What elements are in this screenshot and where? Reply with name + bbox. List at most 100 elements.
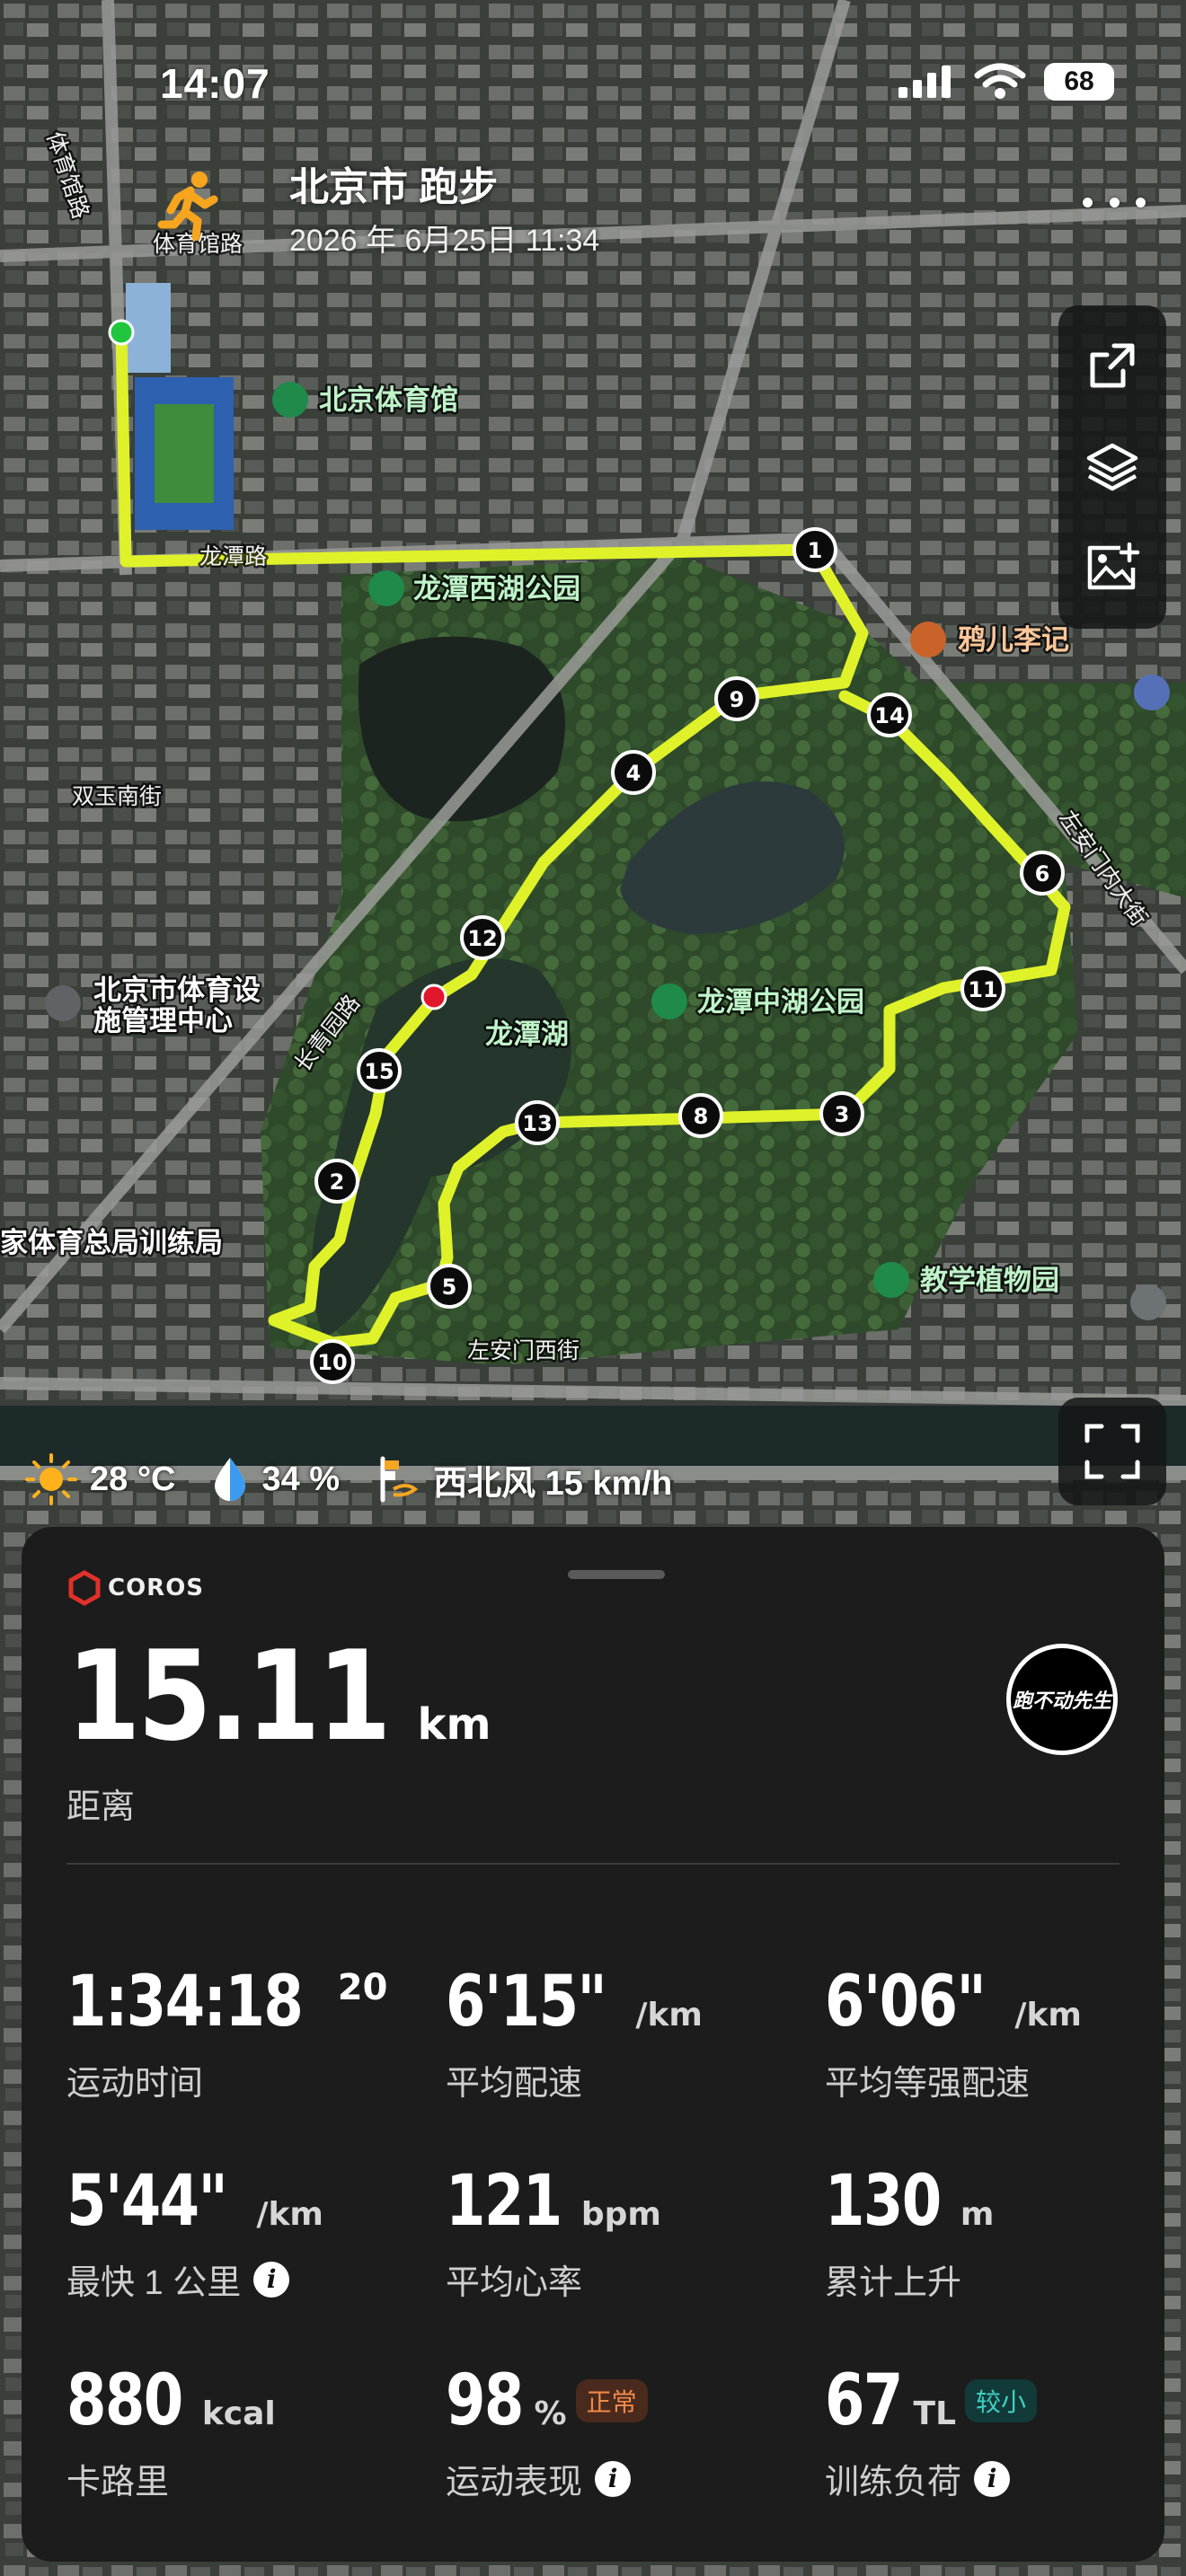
metric-value: 5'44" xyxy=(66,2161,228,2242)
distance-label: 距离 xyxy=(66,1788,136,1826)
metric-label: 运动时间 xyxy=(66,2065,204,2103)
road-label-longtan: 龙潭路 xyxy=(199,543,267,569)
fullscreen-button[interactable] xyxy=(1058,1398,1166,1505)
map-label-facility-1: 北京市体育设 xyxy=(93,975,261,1007)
km-marker-label: 5 xyxy=(442,1275,457,1300)
km-marker-9[interactable]: 9 xyxy=(714,676,759,721)
km-marker-label: 9 xyxy=(730,687,745,712)
metric-label: 训练负荷 xyxy=(825,2464,962,2501)
metric-unit: kcal xyxy=(201,2395,276,2432)
km-marker-5[interactable]: 5 xyxy=(427,1264,472,1309)
map-toolbar xyxy=(1058,305,1166,629)
km-marker-label: 6 xyxy=(1035,861,1050,887)
metric-label: 卡路里 xyxy=(66,2464,170,2501)
info-icon[interactable]: i xyxy=(974,2460,1011,2497)
km-marker-label: 14 xyxy=(874,703,904,728)
info-icon[interactable]: i xyxy=(253,2261,290,2298)
metric-value: 1:34:18 xyxy=(66,1962,304,2042)
activity-datetime: 2026 年 6月25日 11:34 xyxy=(289,224,600,258)
metric-unit: m xyxy=(960,2196,995,2233)
droplet-icon xyxy=(215,1458,246,1501)
coros-logo: COROS xyxy=(66,1570,204,1606)
km-marker-label: 13 xyxy=(522,1111,552,1136)
metric-unit: /km xyxy=(256,2196,323,2233)
metric-value: 121 xyxy=(446,2161,562,2242)
user-avatar[interactable]: 跑不动先生 xyxy=(1006,1644,1118,1755)
metric-label: 平均等强配速 xyxy=(825,2065,1031,2103)
layers-icon xyxy=(1086,443,1138,491)
km-marker-15[interactable]: 15 xyxy=(357,1048,402,1093)
panel-drag-handle[interactable] xyxy=(568,1570,665,1579)
km-marker-label: 2 xyxy=(330,1169,345,1195)
map-label-facility-2: 施管理中心 xyxy=(93,1005,233,1037)
share-button[interactable] xyxy=(1072,325,1153,406)
metric-label: 平均配速 xyxy=(446,2065,583,2103)
metric-value: 98 xyxy=(446,2360,524,2441)
metric-label: 运动表现 xyxy=(446,2464,583,2501)
status-time: 14:07 xyxy=(160,60,270,107)
km-marker-label: 15 xyxy=(364,1059,394,1084)
add-image-icon xyxy=(1087,543,1140,590)
metric-value: 130 xyxy=(825,2161,942,2242)
road-label-shuangyu: 双玉南街 xyxy=(72,783,162,809)
km-marker-11[interactable]: 11 xyxy=(960,966,1005,1011)
add-photo-button[interactable] xyxy=(1072,528,1153,609)
km-marker-12[interactable]: 12 xyxy=(460,915,505,960)
km-marker-label: 8 xyxy=(694,1104,709,1129)
map-layers-button[interactable] xyxy=(1072,427,1153,507)
metric-0: 1:34:18 20 运动时间 xyxy=(66,1967,426,2104)
avatar-logo: 跑不动先生 xyxy=(1013,1690,1113,1713)
km-marker-3[interactable]: 3 xyxy=(819,1091,864,1136)
metric-unit: % xyxy=(534,2395,567,2432)
weather-bar: 28 °C 34 % 西北风 15 km/h xyxy=(25,1453,697,1505)
map-label-training: 家体育总局训练局 xyxy=(0,1227,223,1259)
km-marker-4[interactable]: 4 xyxy=(611,750,656,795)
map-label-botanical: 教学植物园 xyxy=(920,1265,1059,1297)
metric-2: 6'06"/km 平均等强配速 xyxy=(825,1967,1184,2104)
metric-4: 121 bpm 平均心率 xyxy=(446,2166,805,2304)
distance-display: 15.11 km xyxy=(66,1635,491,1759)
km-marker-13[interactable]: 13 xyxy=(515,1100,560,1145)
svg-text:跑不动先生: 跑不动先生 xyxy=(1013,1690,1113,1713)
battery-indicator: 68 xyxy=(1044,63,1114,101)
km-marker-2[interactable]: 2 xyxy=(314,1159,359,1204)
km-marker-6[interactable]: 6 xyxy=(1020,851,1065,895)
km-marker-1[interactable]: 1 xyxy=(792,527,837,572)
metric-unit: TL xyxy=(913,2395,957,2432)
map-label-stadium: 北京体育馆 xyxy=(319,384,458,417)
metric-1: 6'15"/km 平均配速 xyxy=(446,1967,805,2104)
temperature-value: 28 °C xyxy=(90,1460,176,1498)
km-marker-14[interactable]: 14 xyxy=(867,693,912,737)
km-marker-10[interactable]: 10 xyxy=(310,1339,355,1384)
metric-superscript: 20 xyxy=(337,1967,388,2008)
metric-value: 6'06" xyxy=(825,1962,987,2042)
start-point xyxy=(108,319,135,346)
metric-label: 最快 1 公里 xyxy=(66,2264,242,2302)
km-marker-label: 10 xyxy=(317,1350,347,1375)
summary-panel: COROS 15.11 km 距离 跑不动先生 1:34:18 20 运动时间 6'1… xyxy=(22,1527,1164,2562)
humidity-value: 34 % xyxy=(261,1460,341,1498)
status-badge: 正常 xyxy=(575,2379,648,2422)
wind-flag-icon xyxy=(380,1456,419,1503)
coros-hexagon-icon xyxy=(68,1570,101,1606)
more-options-button[interactable] xyxy=(1083,184,1146,220)
metric-value: 67 xyxy=(825,2360,903,2441)
metric-6: 880 kcal 卡路里 xyxy=(66,2366,426,2503)
fullscreen-icon xyxy=(1084,1424,1140,1479)
wind-value: 西北风 15 km/h xyxy=(433,1464,673,1503)
metric-5: 130 m 累计上升 xyxy=(825,2166,1184,2304)
share-icon xyxy=(1090,343,1135,388)
metric-unit: /km xyxy=(1014,1997,1082,2033)
map-label-lake: 龙潭湖 xyxy=(485,1019,569,1051)
metric-label: 累计上升 xyxy=(825,2264,962,2302)
km-marker-label: 3 xyxy=(835,1102,850,1127)
map-label-central-park: 龙潭中湖公园 xyxy=(697,986,864,1019)
km-marker-8[interactable]: 8 xyxy=(678,1093,723,1138)
road-label-zuoanmen-west: 左安门西街 xyxy=(467,1337,580,1363)
end-point xyxy=(420,984,447,1010)
metric-label: 平均心率 xyxy=(446,2264,583,2302)
km-marker-label: 11 xyxy=(968,977,997,1002)
wifi-icon xyxy=(974,63,1026,99)
info-icon[interactable]: i xyxy=(595,2460,632,2497)
metric-7: 98% 正常 运动表现 i xyxy=(446,2366,805,2503)
